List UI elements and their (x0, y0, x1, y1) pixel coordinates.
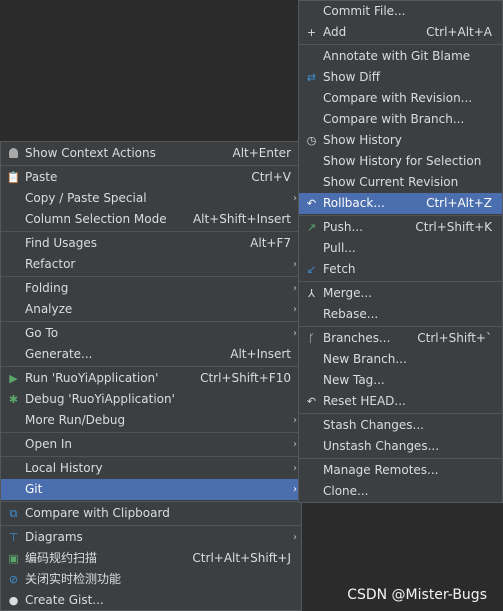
separator (299, 281, 502, 282)
separator (299, 458, 502, 459)
menu-item-open-in[interactable]: Open In › (1, 434, 301, 455)
separator (1, 321, 301, 322)
menu-item-more-run-debug[interactable]: More Run/Debug › (1, 410, 301, 431)
chevron-right-icon: › (293, 463, 297, 474)
menu-item-column-selection-mode[interactable]: Column Selection Mode Alt+Shift+Insert (1, 209, 301, 230)
menu-item-show-diff[interactable]: ⇄ Show Diff (299, 67, 502, 88)
separator (1, 456, 301, 457)
chevron-right-icon: › (293, 259, 297, 270)
run-icon: ▶ (9, 372, 18, 385)
diff-icon: ⇄ (306, 71, 317, 84)
menu-item-show-history-selection[interactable]: Show History for Selection (299, 151, 502, 172)
chevron-right-icon: › (293, 415, 297, 426)
rollback-icon: ↶ (306, 197, 317, 210)
menu-item-diagrams[interactable]: ⊤ Diagrams › (1, 527, 301, 548)
menu-item-show-context-actions[interactable]: Show Context Actions Alt+Enter (1, 143, 301, 164)
disable-icon: ⊘ (8, 573, 19, 586)
menu-item-fetch[interactable]: ↙ Fetch (299, 259, 502, 280)
menu-item-new-tag[interactable]: New Tag... (299, 370, 502, 391)
menu-item-compare-with-clipboard[interactable]: ⧉ Compare with Clipboard (1, 503, 301, 524)
separator (1, 231, 301, 232)
menu-item-disable-realtime-check[interactable]: ⊘ 关闭实时检测功能 (1, 569, 301, 590)
separator (1, 525, 301, 526)
reset-icon: ↶ (306, 395, 317, 408)
menu-item-unstash-changes[interactable]: Unstash Changes... (299, 436, 502, 457)
menu-item-copy-paste-special[interactable]: Copy / Paste Special › (1, 188, 301, 209)
menu-item-annotate-git-blame[interactable]: Annotate with Git Blame (299, 46, 502, 67)
separator (1, 276, 301, 277)
lightbulb-icon (6, 146, 21, 161)
separator (1, 165, 301, 166)
separator (299, 44, 502, 45)
watermark: CSDN @Mister-Bugs (347, 587, 487, 603)
menu-item-manage-remotes[interactable]: Manage Remotes... (299, 460, 502, 481)
menu-item-pull[interactable]: Pull... (299, 238, 502, 259)
clock-icon: ◷ (306, 134, 317, 147)
menu-item-find-usages[interactable]: Find Usages Alt+F7 (1, 233, 301, 254)
menu-item-git[interactable]: Git › (1, 479, 301, 500)
chevron-right-icon: › (293, 484, 297, 495)
debug-icon: ✱ (8, 393, 19, 406)
chevron-right-icon: › (293, 532, 297, 543)
separator (299, 413, 502, 414)
separator (299, 215, 502, 216)
chevron-right-icon: › (293, 328, 297, 339)
plus-icon: + (306, 26, 317, 39)
menu-item-branches[interactable]: ᚴ Branches... Ctrl+Shift+` (299, 328, 502, 349)
scan-icon: ▣ (8, 552, 19, 565)
menu-item-analyze[interactable]: Analyze › (1, 299, 301, 320)
chevron-right-icon: › (293, 439, 297, 450)
menu-item-run[interactable]: ▶ Run 'RuoYiApplication' Ctrl+Shift+F10 (1, 368, 301, 389)
menu-item-merge[interactable]: ⅄ Merge... (299, 283, 502, 304)
menu-item-push[interactable]: ↗ Push... Ctrl+Shift+K (299, 217, 502, 238)
separator (1, 501, 301, 502)
separator (1, 432, 301, 433)
chevron-right-icon: › (293, 283, 297, 294)
merge-icon: ⅄ (308, 287, 315, 300)
menu-item-rebase[interactable]: Rebase... (299, 304, 502, 325)
menu-item-paste[interactable]: 📋 Paste Ctrl+V (1, 167, 301, 188)
menu-item-show-current-revision[interactable]: Show Current Revision (299, 172, 502, 193)
chevron-right-icon: › (293, 193, 297, 204)
compare-clipboard-icon: ⧉ (9, 507, 18, 520)
git-submenu: Commit File... + Add Ctrl+Alt+A Annotate… (298, 0, 503, 503)
menu-item-folding[interactable]: Folding › (1, 278, 301, 299)
editor-context-menu: Show Context Actions Alt+Enter 📋 Paste C… (0, 141, 302, 611)
menu-item-show-history[interactable]: ◷ Show History (299, 130, 502, 151)
push-icon: ↗ (306, 221, 317, 234)
menu-item-add[interactable]: + Add Ctrl+Alt+A (299, 22, 502, 43)
fetch-icon: ↙ (306, 263, 317, 276)
menu-item-reset-head[interactable]: ↶ Reset HEAD... (299, 391, 502, 412)
menu-item-go-to[interactable]: Go To › (1, 323, 301, 344)
menu-item-refactor[interactable]: Refactor › (1, 254, 301, 275)
separator (1, 366, 301, 367)
menu-item-compare-with-revision[interactable]: Compare with Revision... (299, 88, 502, 109)
menu-item-clone[interactable]: Clone... (299, 481, 502, 502)
chevron-right-icon: › (293, 304, 297, 315)
branch-icon: ᚴ (308, 332, 315, 345)
diagram-icon: ⊤ (8, 531, 19, 544)
separator (299, 326, 502, 327)
menu-item-commit-file[interactable]: Commit File... (299, 1, 502, 22)
menu-item-rollback[interactable]: ↶ Rollback... Ctrl+Alt+Z (299, 193, 502, 214)
menu-item-local-history[interactable]: Local History › (1, 458, 301, 479)
menu-item-create-gist[interactable]: ● Create Gist... (1, 590, 301, 611)
menu-item-compare-with-branch[interactable]: Compare with Branch... (299, 109, 502, 130)
menu-item-code-scan[interactable]: ▣ 编码规约扫描 Ctrl+Alt+Shift+J (1, 548, 301, 569)
menu-item-new-branch[interactable]: New Branch... (299, 349, 502, 370)
menu-item-debug[interactable]: ✱ Debug 'RuoYiApplication' (1, 389, 301, 410)
menu-item-stash-changes[interactable]: Stash Changes... (299, 415, 502, 436)
menu-item-generate[interactable]: Generate... Alt+Insert (1, 344, 301, 365)
github-icon: ● (8, 594, 19, 607)
clipboard-icon: 📋 (6, 171, 21, 184)
